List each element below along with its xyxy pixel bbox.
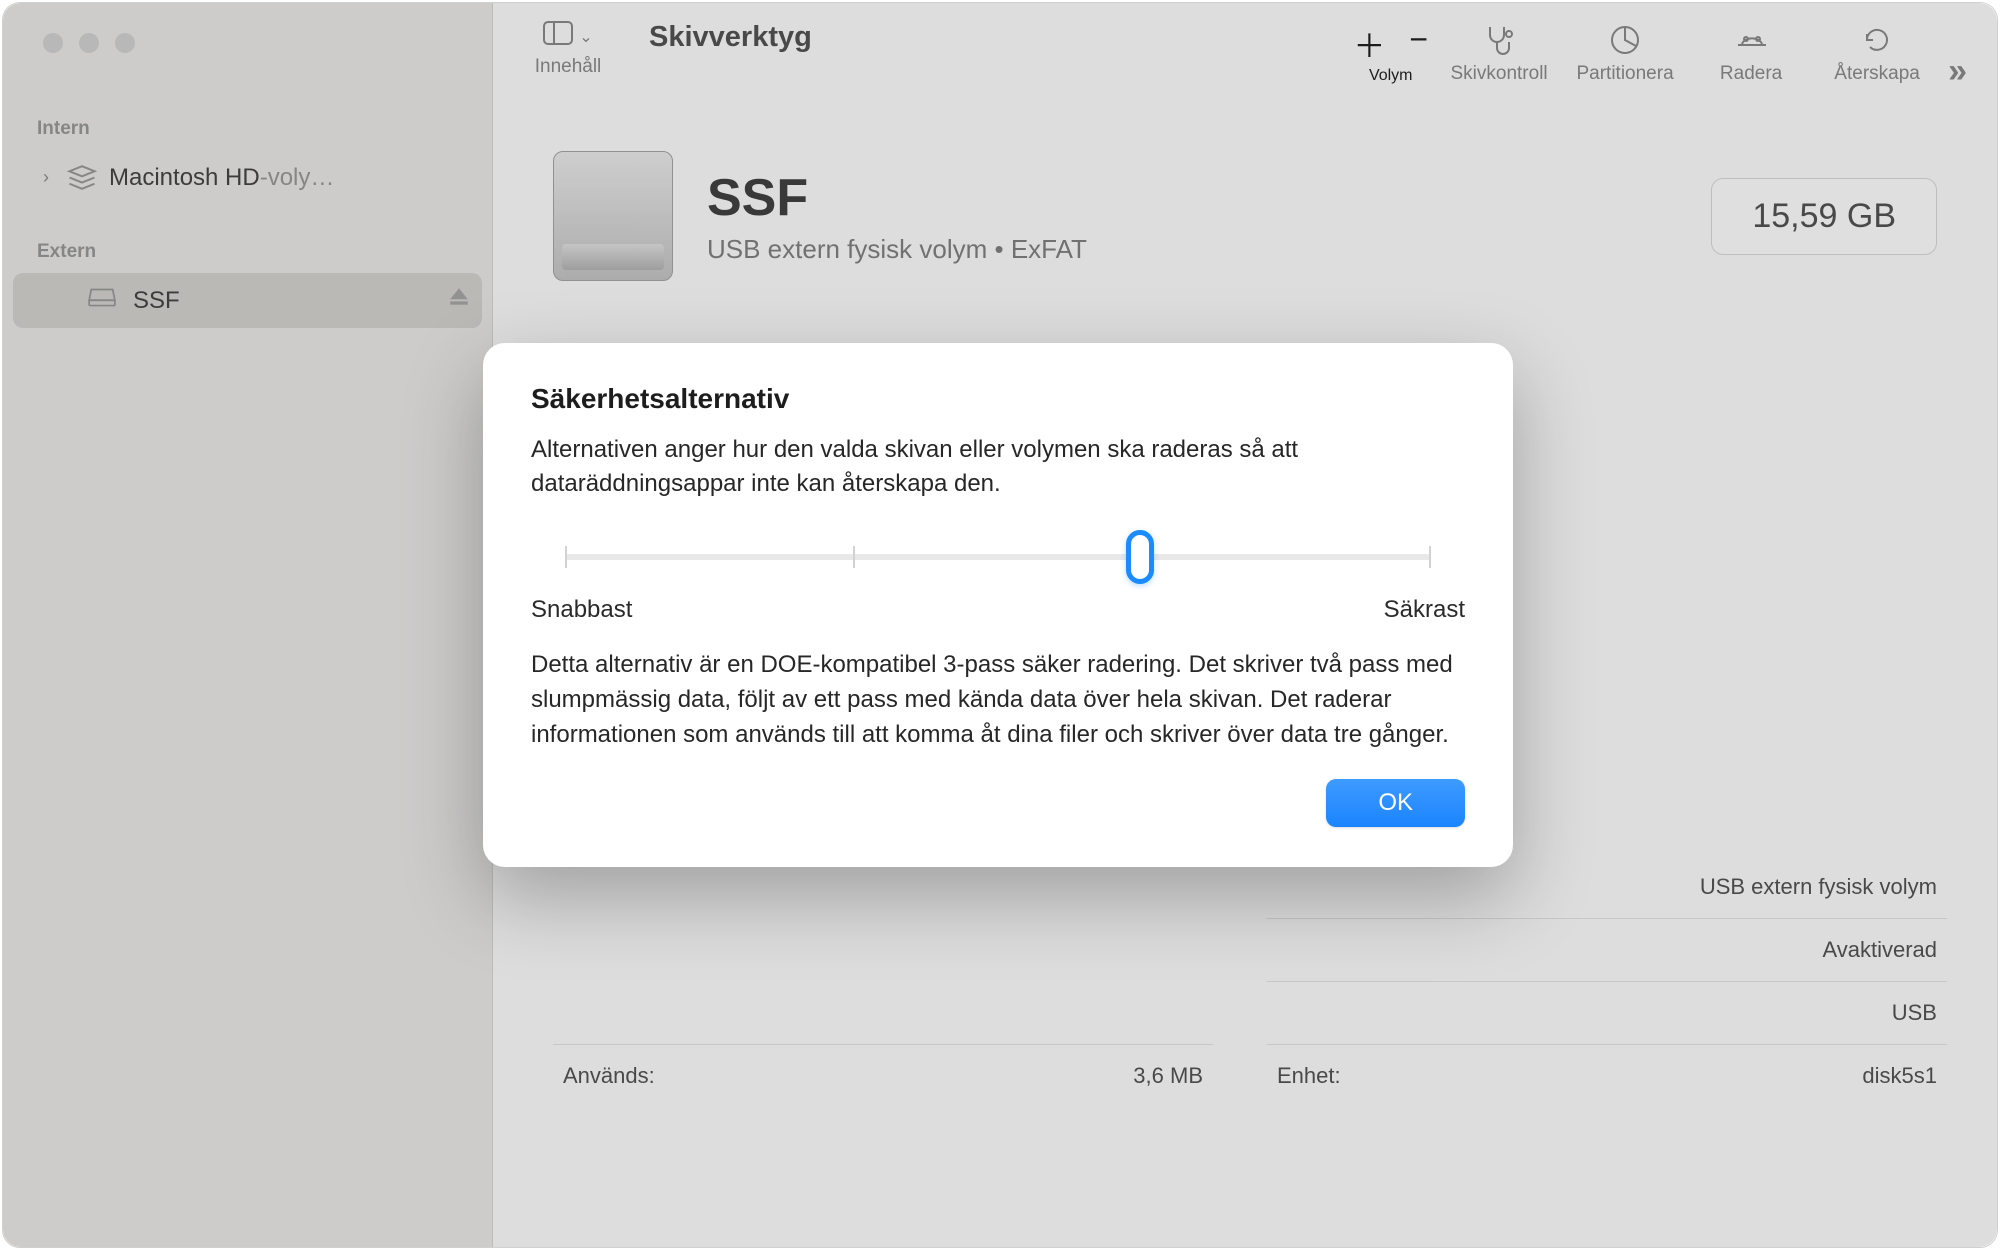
toolbar-firstaid[interactable]: Skivkontroll bbox=[1444, 21, 1554, 85]
disk-name: SSF bbox=[707, 168, 1087, 228]
volume-group-icon bbox=[67, 165, 97, 191]
info-table-right: USB extern fysisk volym Avaktiverad USB … bbox=[1267, 856, 1947, 1107]
slider-tick bbox=[565, 546, 567, 568]
slider-label-fast: Snabbast bbox=[531, 596, 632, 624]
toolbar-volume: ＋ − Volym bbox=[1353, 21, 1428, 85]
stethoscope-icon bbox=[1482, 21, 1516, 59]
chevron-down-icon: ⌄ bbox=[579, 27, 592, 47]
eject-icon[interactable] bbox=[448, 286, 470, 315]
sidebar-item-macintosh-hd[interactable]: › Macintosh HD-voly… bbox=[13, 150, 482, 205]
sidebar-item-ssf[interactable]: SSF bbox=[13, 273, 482, 328]
sidebar-item-suffix: -voly… bbox=[260, 164, 335, 192]
table-row: USB bbox=[1267, 981, 1947, 1044]
sidebar: Intern › Macintosh HD-voly… Extern SSF bbox=[3, 3, 493, 1247]
pie-icon bbox=[1609, 21, 1641, 59]
security-slider[interactable] bbox=[565, 536, 1431, 576]
disk-header: SSF USB extern fysisk volym • ExFAT 15,5… bbox=[493, 121, 1997, 281]
toolbar-restore-label: Återskapa bbox=[1834, 63, 1920, 85]
toolbar-partition[interactable]: Partitionera bbox=[1570, 21, 1680, 85]
close-icon[interactable] bbox=[43, 33, 63, 53]
security-options-dialog: Säkerhetsalternativ Alternativen anger h… bbox=[483, 343, 1513, 867]
ok-button[interactable]: OK bbox=[1326, 779, 1465, 827]
slider-track bbox=[565, 554, 1431, 560]
dialog-detail: Detta alternativ är en DOE-kompatibel 3-… bbox=[531, 648, 1465, 752]
sidebar-item-label: Macintosh HD bbox=[109, 164, 260, 192]
slider-thumb[interactable] bbox=[1126, 530, 1154, 584]
toolbar-partition-label: Partitionera bbox=[1576, 63, 1673, 85]
window-controls bbox=[3, 33, 492, 53]
remove-volume-icon[interactable]: − bbox=[1409, 21, 1428, 67]
table-row: Enhet:disk5s1 bbox=[1267, 1044, 1947, 1107]
minimize-icon[interactable] bbox=[79, 33, 99, 53]
restore-icon bbox=[1861, 21, 1893, 59]
toolbar: ⌄ Innehåll Skivverktyg ＋ − Volym Skivkon… bbox=[493, 3, 1997, 121]
sidebar-toggle-icon bbox=[543, 21, 573, 52]
app-title: Skivverktyg bbox=[649, 21, 812, 54]
toolbar-view[interactable]: ⌄ Innehåll bbox=[513, 21, 623, 78]
dialog-title: Säkerhetsalternativ bbox=[531, 383, 1465, 415]
app-window: Intern › Macintosh HD-voly… Extern SSF bbox=[2, 2, 1998, 1248]
table-row: Avaktiverad bbox=[1267, 918, 1947, 981]
toolbar-overflow-icon[interactable]: » bbox=[1948, 52, 1967, 91]
toolbar-erase-label: Radera bbox=[1720, 63, 1782, 85]
external-disk-icon bbox=[87, 284, 133, 317]
toolbar-volume-label: Volym bbox=[1369, 67, 1413, 85]
toolbar-erase[interactable]: Radera bbox=[1696, 21, 1806, 85]
sidebar-section-internal: Intern bbox=[3, 108, 492, 150]
slider-tick bbox=[853, 546, 855, 568]
external-drive-icon bbox=[553, 151, 673, 281]
sidebar-item-label: SSF bbox=[133, 287, 180, 315]
toolbar-firstaid-label: Skivkontroll bbox=[1451, 63, 1548, 85]
fullscreen-icon[interactable] bbox=[115, 33, 135, 53]
add-volume-icon[interactable]: ＋ bbox=[1353, 21, 1385, 67]
info-table-left: Används:3,6 MB bbox=[553, 1044, 1213, 1107]
chevron-right-icon[interactable]: › bbox=[43, 167, 67, 188]
sidebar-section-external: Extern bbox=[3, 231, 492, 273]
table-row: Används:3,6 MB bbox=[553, 1044, 1213, 1107]
slider-tick bbox=[1429, 546, 1431, 568]
erase-icon bbox=[1732, 21, 1770, 59]
dialog-description: Alternativen anger hur den valda skivan … bbox=[531, 433, 1465, 500]
toolbar-restore[interactable]: Återskapa bbox=[1822, 21, 1932, 85]
disk-subtitle: USB extern fysisk volym • ExFAT bbox=[707, 234, 1087, 265]
disk-size-badge: 15,59 GB bbox=[1711, 178, 1937, 255]
slider-label-secure: Säkrast bbox=[1384, 596, 1465, 624]
toolbar-view-label: Innehåll bbox=[535, 56, 602, 78]
